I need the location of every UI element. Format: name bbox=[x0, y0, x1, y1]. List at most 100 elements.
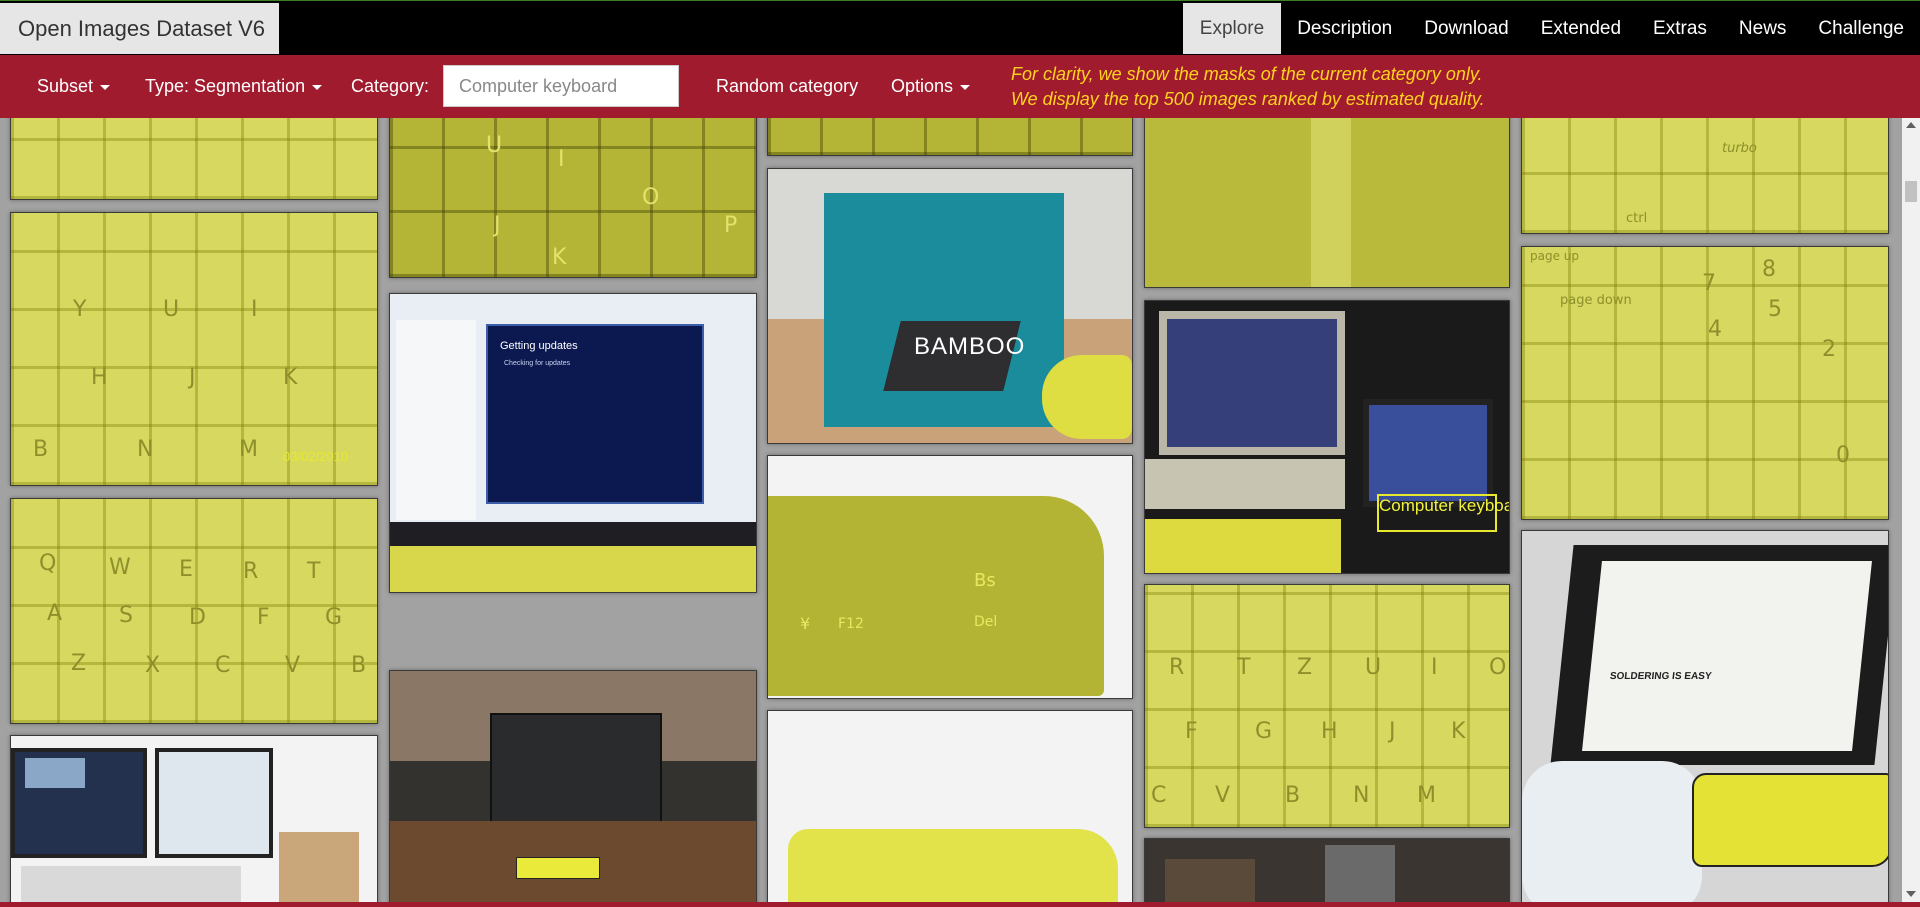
key-label: R bbox=[1169, 655, 1185, 680]
crt-monitor bbox=[1159, 311, 1345, 455]
screen-window bbox=[25, 758, 85, 788]
key-label: R bbox=[243, 559, 259, 584]
nav-news[interactable]: News bbox=[1723, 3, 1803, 54]
scroll-down-icon[interactable] bbox=[1906, 891, 1916, 897]
subset-label: Subset bbox=[37, 76, 94, 96]
key-label: V bbox=[1215, 783, 1231, 808]
key-label: F12 bbox=[838, 616, 864, 632]
key-label: Del bbox=[974, 614, 998, 630]
desk bbox=[21, 866, 241, 902]
dialog-subtitle: Checking for updates bbox=[504, 360, 571, 367]
web-page: SOLDERING IS EASY bbox=[1582, 561, 1872, 751]
blur-highlight bbox=[1311, 118, 1351, 287]
image-tile[interactable]: turbo ctrl bbox=[1521, 118, 1889, 234]
options-dropdown[interactable]: Options bbox=[891, 55, 971, 118]
key-label: ctrl bbox=[1626, 211, 1648, 226]
type-dropdown[interactable]: Type: Segmentation bbox=[145, 55, 323, 118]
nav-extras[interactable]: Extras bbox=[1637, 3, 1723, 54]
image-tile[interactable]: Q W E R T A S D F G Z X C V B bbox=[10, 498, 378, 724]
key-label: ¥ bbox=[800, 614, 811, 633]
key-label: 8 bbox=[1762, 257, 1776, 282]
category-label: Category: bbox=[351, 76, 430, 96]
gallery-scrollbar[interactable] bbox=[1902, 118, 1920, 902]
image-tile[interactable]: Bs Del F12 ¥ bbox=[767, 455, 1133, 699]
key-label: J bbox=[1389, 719, 1396, 744]
key-label: X bbox=[145, 653, 161, 678]
key-label: N bbox=[137, 437, 154, 462]
image-tile[interactable] bbox=[1144, 838, 1510, 902]
image-tile[interactable] bbox=[389, 670, 757, 902]
image-gallery: Y U I H J K B N M 03/02/2010 Q W E R T A… bbox=[0, 118, 1902, 902]
filter-toolbar: Subset Type: Segmentation Category: Rand… bbox=[0, 55, 1920, 118]
key-label: C bbox=[215, 653, 231, 678]
brand-title[interactable]: Open Images Dataset V6 bbox=[0, 3, 279, 54]
cardboard-box bbox=[279, 832, 359, 902]
key-label: U bbox=[163, 297, 180, 322]
key-label: V bbox=[285, 653, 301, 678]
key-label: H bbox=[1321, 719, 1338, 744]
main-nav: Explore Description Download Extended Ex… bbox=[1182, 3, 1920, 54]
key-label: B bbox=[1285, 783, 1301, 808]
caret-down-icon bbox=[960, 84, 971, 90]
image-tile[interactable] bbox=[10, 735, 378, 902]
update-dialog: Getting updates Checking for updates bbox=[486, 324, 704, 504]
key-label: A bbox=[47, 601, 63, 626]
image-tile[interactable]: SOLDERING IS EASY bbox=[1521, 530, 1889, 902]
image-tile[interactable] bbox=[10, 118, 378, 200]
detection-box: Computer keyboard bbox=[1377, 494, 1509, 532]
category-input[interactable] bbox=[443, 65, 679, 107]
key-label: B bbox=[33, 437, 49, 462]
image-tile[interactable]: Y U I H J K B N M 03/02/2010 bbox=[10, 212, 378, 486]
key-label: S bbox=[119, 603, 133, 628]
subset-dropdown[interactable]: Subset bbox=[37, 55, 111, 118]
key-label: D bbox=[189, 605, 206, 630]
image-tile[interactable]: R T Z U I O F G H J K C V B N M bbox=[1144, 584, 1510, 828]
random-category-button[interactable]: Random category bbox=[716, 55, 858, 118]
keyboard-mask bbox=[1145, 519, 1341, 573]
image-tile[interactable]: BAMBOO bbox=[767, 168, 1133, 444]
key-label: F bbox=[1185, 719, 1198, 744]
game-box bbox=[1165, 859, 1255, 902]
key-label: F bbox=[257, 605, 270, 630]
key-label: T bbox=[307, 559, 321, 584]
nav-extended[interactable]: Extended bbox=[1525, 3, 1637, 54]
device bbox=[1325, 845, 1395, 902]
scroll-up-icon[interactable] bbox=[1906, 122, 1916, 128]
dialog-title: Getting updates bbox=[500, 340, 578, 352]
image-tile[interactable]: Getting updates Checking for updates bbox=[389, 293, 757, 593]
key-label: B bbox=[351, 653, 367, 678]
scroll-thumb[interactable] bbox=[1905, 181, 1917, 202]
key-label: H bbox=[91, 365, 108, 390]
detection-label: Computer keyboard bbox=[1379, 496, 1509, 515]
nav-challenge[interactable]: Challenge bbox=[1802, 3, 1920, 54]
tablet-box: BAMBOO bbox=[824, 193, 1064, 427]
nav-download[interactable]: Download bbox=[1408, 3, 1525, 54]
image-tile[interactable] bbox=[767, 118, 1133, 156]
nav-description[interactable]: Description bbox=[1281, 3, 1408, 54]
key-label: Q bbox=[39, 551, 57, 576]
key-label: J bbox=[494, 213, 501, 238]
key-label: U bbox=[486, 133, 503, 158]
monitor bbox=[490, 713, 662, 827]
image-tile[interactable] bbox=[767, 710, 1133, 902]
date-stamp: 03/02/2010 bbox=[283, 449, 349, 464]
image-tile[interactable]: U I O P J K bbox=[389, 118, 757, 278]
keyboard-mask bbox=[1692, 773, 1888, 867]
keyboard-mask bbox=[788, 829, 1118, 902]
key-label: M bbox=[239, 437, 258, 462]
key-label: I bbox=[251, 297, 258, 322]
key-label: I bbox=[558, 147, 565, 172]
notice-line-2: We display the top 500 images ranked by … bbox=[1011, 89, 1485, 109]
keyboard-mask bbox=[1042, 355, 1132, 439]
key-label: M bbox=[1417, 783, 1436, 808]
key-label: J bbox=[189, 365, 196, 390]
nav-explore[interactable]: Explore bbox=[1182, 3, 1282, 54]
book-heading: SOLDERING IS EASY bbox=[1609, 671, 1713, 682]
key-label: Z bbox=[1297, 655, 1313, 680]
image-tile[interactable]: Computer keyboard bbox=[1144, 300, 1510, 574]
image-tile[interactable] bbox=[1144, 118, 1510, 288]
monitor-right bbox=[155, 748, 273, 858]
key-label: G bbox=[325, 605, 343, 630]
image-tile[interactable]: page up page down 7 8 5 4 2 0 bbox=[1521, 246, 1889, 520]
key-label: 4 bbox=[1708, 317, 1722, 342]
